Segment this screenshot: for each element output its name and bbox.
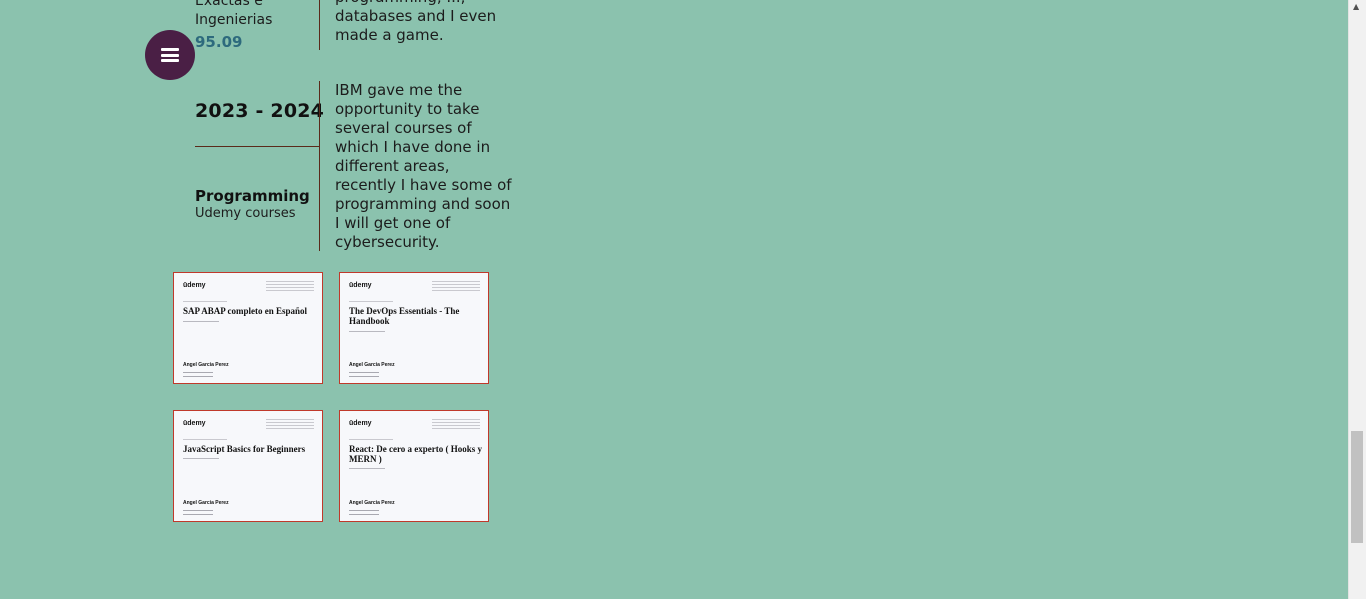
entry-separator [195, 146, 319, 147]
certificate-title: React: De cero a experto ( Hooks y MERN … [349, 444, 483, 464]
hamburger-menu-icon [161, 48, 179, 62]
udemy-logo: ūdemy [183, 282, 206, 289]
entry-description: IBM gave me the opportunity to take seve… [335, 81, 512, 251]
entry-subtitle: Udemy courses [195, 206, 296, 221]
certificate-recipient: Angel Garcia Perez [349, 362, 395, 368]
entry-years: 2023 - 2024 [195, 100, 325, 122]
certificate-instructor-line [183, 458, 219, 459]
certificate-recipient: Angel Garcia Perez [349, 500, 395, 506]
timeline-divider [319, 81, 320, 251]
certificate-instructor-line [349, 331, 385, 332]
certificate-meta-line [349, 514, 379, 515]
certificate-title: The DevOps Essentials - The Handbook [349, 306, 460, 326]
certificate-meta-line [183, 376, 213, 377]
certificate-fine-print [432, 281, 480, 293]
certificate-card[interactable]: ūdemy JavaScript Basics for Beginners An… [173, 410, 323, 522]
education-description: programming, ..., databases and I even m… [335, 0, 497, 44]
certificate-instructor-line [349, 468, 385, 469]
certificate-meta-line [183, 372, 213, 373]
timeline-divider [319, 0, 320, 50]
certificate-fine-print [266, 281, 314, 293]
certificate-meta-line [183, 510, 213, 511]
certificate-card[interactable]: ūdemy React: De cero a experto ( Hooks y… [339, 410, 489, 522]
certificate-fine-print [266, 419, 314, 431]
certificate-tag-line [349, 439, 393, 440]
udemy-logo: ūdemy [349, 282, 372, 289]
certificate-title: SAP ABAP completo en Español [183, 306, 308, 316]
certificate-meta-line [349, 372, 379, 373]
education-institution: Exactas e Ingenierias [195, 0, 273, 28]
certificate-card[interactable]: ūdemy The DevOps Essentials - The Handbo… [339, 272, 489, 384]
scrollbar-thumb[interactable] [1351, 431, 1363, 543]
certificate-recipient: Angel Garcia Perez [183, 500, 229, 506]
certificate-meta-line [183, 514, 213, 515]
scroll-up-arrow-icon[interactable]: ▲ [1353, 2, 1359, 11]
certificate-recipient: Angel Garcia Perez [183, 362, 229, 368]
education-score: 95.09 [195, 33, 243, 51]
menu-button[interactable] [145, 30, 195, 80]
certificate-tag-line [183, 301, 227, 302]
vertical-scrollbar[interactable]: ▲ [1348, 0, 1366, 599]
certificate-fine-print [432, 419, 480, 431]
entry-title: Programming [195, 187, 310, 205]
udemy-logo: ūdemy [349, 420, 372, 427]
certificate-instructor-line [183, 321, 219, 322]
certificate-title: JavaScript Basics for Beginners [183, 444, 306, 454]
certificate-tag-line [183, 439, 227, 440]
udemy-logo: ūdemy [183, 420, 206, 427]
certificate-tag-line [349, 301, 393, 302]
certificate-meta-line [349, 376, 379, 377]
certificate-meta-line [349, 510, 379, 511]
certificate-card[interactable]: ūdemy SAP ABAP completo en Español Angel… [173, 272, 323, 384]
